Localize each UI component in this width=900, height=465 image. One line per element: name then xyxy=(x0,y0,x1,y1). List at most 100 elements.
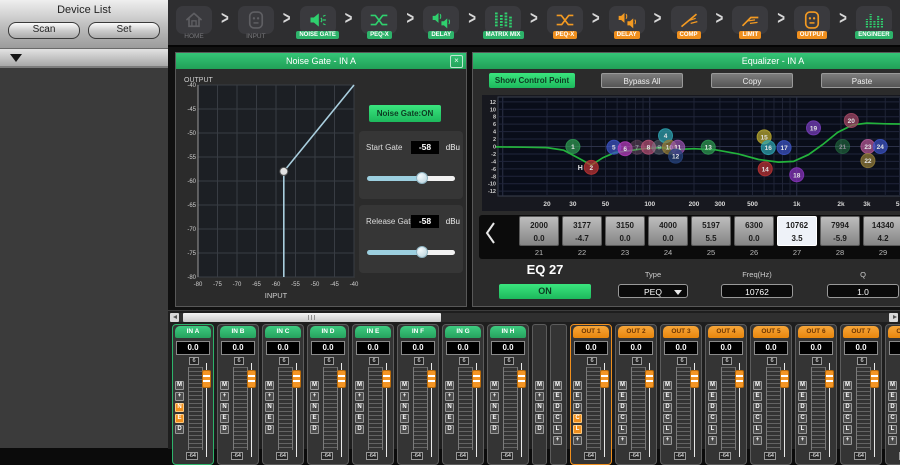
channel-value[interactable]: 0.0 xyxy=(266,341,300,355)
band-cell-27[interactable]: 107623.5 xyxy=(777,216,817,246)
channel-button-l[interactable]: L xyxy=(618,425,627,434)
channel-button-plus[interactable]: + xyxy=(490,392,499,401)
channel-button-e[interactable]: E xyxy=(618,392,627,401)
fader-handle[interactable] xyxy=(202,370,211,388)
channel-tab[interactable]: OUT 8 xyxy=(888,326,900,338)
channel-button-plus[interactable]: + xyxy=(220,392,229,401)
group-button-plus[interactable]: + xyxy=(553,436,562,445)
eq-point-17[interactable]: 17 xyxy=(777,141,791,155)
group-button-e[interactable]: E xyxy=(553,392,562,401)
channel-button-plus[interactable]: + xyxy=(798,436,807,445)
fader-handle[interactable] xyxy=(517,370,526,388)
set-button[interactable]: Set xyxy=(88,22,160,39)
eq-point-16[interactable]: 16 xyxy=(761,141,775,155)
channel-value[interactable]: 0.0 xyxy=(446,341,480,355)
channel-button-c[interactable]: C xyxy=(843,414,852,423)
paste-button[interactable]: Paste xyxy=(821,73,900,88)
channel-button-c[interactable]: C xyxy=(798,414,807,423)
channel-button-e[interactable]: E xyxy=(355,414,364,423)
channel-button-m[interactable]: M xyxy=(310,381,319,390)
channel-button-d[interactable]: D xyxy=(753,403,762,412)
prev-bands-icon[interactable] xyxy=(483,220,497,246)
channel-button-m[interactable]: M xyxy=(753,381,762,390)
toolbar-item-peq-x[interactable]: PEQ-X xyxy=(543,6,587,39)
group-button-plus[interactable]: + xyxy=(535,392,544,401)
channel-button-plus[interactable]: + xyxy=(843,436,852,445)
band-cell-24[interactable]: 40000.0 xyxy=(648,216,688,246)
toolbar-item-input[interactable]: INPUT xyxy=(234,6,278,40)
channel-tab[interactable]: OUT 7 xyxy=(843,326,879,338)
fader-handle[interactable] xyxy=(870,370,879,388)
channel-button-e[interactable]: E xyxy=(753,392,762,401)
threshold-marker[interactable] xyxy=(280,167,288,175)
channel-value[interactable]: 0.0 xyxy=(754,341,788,355)
channel-button-d[interactable]: D xyxy=(220,425,229,434)
channel-tab[interactable]: IN F xyxy=(400,326,436,338)
device-list-expander[interactable] xyxy=(0,49,168,68)
channel-button-n[interactable]: N xyxy=(265,403,274,412)
fader-handle[interactable] xyxy=(645,370,654,388)
channel-tab[interactable]: IN E xyxy=(355,326,391,338)
channel-button-e[interactable]: E xyxy=(310,414,319,423)
channel-button-e[interactable]: E xyxy=(220,414,229,423)
channel-button-m[interactable]: M xyxy=(400,381,409,390)
channel-button-c[interactable]: C xyxy=(663,414,672,423)
channel-value[interactable]: 0.0 xyxy=(664,341,698,355)
channel-button-e[interactable]: E xyxy=(843,392,852,401)
channel-button-e[interactable]: E xyxy=(573,392,582,401)
channel-button-l[interactable]: L xyxy=(753,425,762,434)
freq-field[interactable]: 10762 xyxy=(721,284,793,298)
channel-button-m[interactable]: M xyxy=(355,381,364,390)
start-gate-slider[interactable] xyxy=(367,176,455,181)
channel-button-plus[interactable]: + xyxy=(663,436,672,445)
channel-button-m[interactable]: M xyxy=(618,381,627,390)
eq-point-24[interactable]: 24 xyxy=(873,140,887,154)
channel-button-d[interactable]: D xyxy=(490,425,499,434)
fader-handle[interactable] xyxy=(382,370,391,388)
channel-button-m[interactable]: M xyxy=(490,381,499,390)
channel-button-e[interactable]: E xyxy=(663,392,672,401)
toolbar-item-limit[interactable]: LIMIT xyxy=(728,6,772,39)
bypass-all-button[interactable]: Bypass All xyxy=(601,73,683,88)
channel-tab[interactable]: OUT 2 xyxy=(618,326,654,338)
group-button-d[interactable]: D xyxy=(553,403,562,412)
channel-button-m[interactable]: M xyxy=(888,381,897,390)
channel-value[interactable]: 0.0 xyxy=(574,341,608,355)
channel-button-m[interactable]: M xyxy=(573,381,582,390)
channel-button-n[interactable]: N xyxy=(445,403,454,412)
channel-tab[interactable]: IN H xyxy=(490,326,526,338)
fader-handle[interactable] xyxy=(472,370,481,388)
eq-point-12[interactable]: 12 xyxy=(669,149,683,163)
channel-value[interactable]: 0.0 xyxy=(619,341,653,355)
group-button-m[interactable]: M xyxy=(553,381,562,390)
slider-handle[interactable] xyxy=(416,246,428,258)
channel-button-d[interactable]: D xyxy=(355,425,364,434)
channel-tab[interactable]: OUT 6 xyxy=(798,326,834,338)
eq-point-1[interactable]: 1 xyxy=(566,140,580,154)
fader-handle[interactable] xyxy=(690,370,699,388)
toolbar-item-output[interactable]: OUTPUT xyxy=(790,6,834,39)
channel-button-m[interactable]: M xyxy=(663,381,672,390)
channel-button-c[interactable]: C xyxy=(573,414,582,423)
close-icon[interactable]: × xyxy=(450,55,463,68)
channel-button-c[interactable]: C xyxy=(708,414,717,423)
channel-button-plus[interactable]: + xyxy=(175,392,184,401)
channel-button-plus[interactable]: + xyxy=(618,436,627,445)
channel-button-plus[interactable]: + xyxy=(400,392,409,401)
channel-value[interactable]: 0.0 xyxy=(799,341,833,355)
group-button-m[interactable]: M xyxy=(535,381,544,390)
release-gate-value[interactable]: -58 xyxy=(411,215,439,228)
eq-point-14[interactable]: 14 xyxy=(758,162,772,176)
channel-button-c[interactable]: C xyxy=(618,414,627,423)
eq-point-18[interactable]: 18 xyxy=(790,168,804,182)
group-button-n[interactable]: N xyxy=(535,403,544,412)
channel-button-plus[interactable]: + xyxy=(445,392,454,401)
channel-button-e[interactable]: E xyxy=(175,414,184,423)
channel-button-l[interactable]: L xyxy=(888,425,897,434)
type-dropdown[interactable]: PEQ xyxy=(618,284,688,298)
channel-button-plus[interactable]: + xyxy=(753,436,762,445)
group-button-l[interactable]: L xyxy=(553,425,562,434)
channel-value[interactable]: 0.0 xyxy=(491,341,525,355)
channel-button-e[interactable]: E xyxy=(490,414,499,423)
channel-value[interactable]: 0.0 xyxy=(401,341,435,355)
